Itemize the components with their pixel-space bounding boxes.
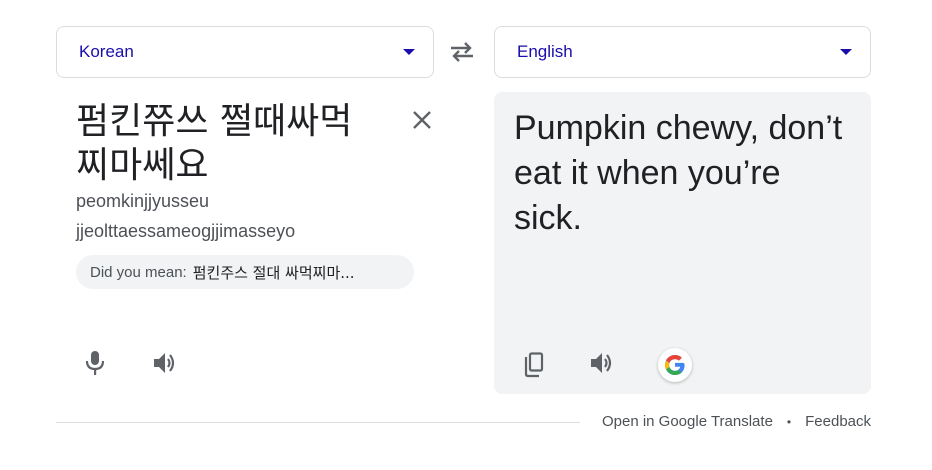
target-language-label: English bbox=[517, 42, 573, 61]
did-you-mean-suggestion[interactable]: Did you mean: 펌킨주스 절대 싸먹찌마... bbox=[76, 255, 414, 289]
voice-input-button[interactable] bbox=[75, 343, 115, 383]
open-in-google-translate-link[interactable]: Open in Google Translate bbox=[602, 413, 773, 430]
clear-source-button[interactable] bbox=[406, 104, 438, 136]
romanization-line: jjeolttaessameogjjimasseyo bbox=[76, 221, 296, 241]
copy-translation-button[interactable] bbox=[513, 345, 553, 385]
target-language-select[interactable]: English bbox=[494, 26, 871, 78]
source-language-select[interactable]: Korean bbox=[56, 26, 434, 78]
google-button-circle bbox=[658, 348, 692, 382]
chevron-down-icon bbox=[403, 49, 415, 55]
microphone-icon bbox=[85, 351, 105, 375]
source-language-label: Korean bbox=[79, 42, 134, 61]
footer-links: Open in Google Translate • Feedback bbox=[602, 413, 871, 430]
speaker-icon bbox=[591, 353, 612, 373]
footer-separator: • bbox=[786, 414, 792, 429]
footer-divider bbox=[56, 422, 580, 423]
close-icon bbox=[413, 111, 431, 129]
translation-text: Pumpkin chewy, don’t eat it when you’re … bbox=[514, 109, 843, 237]
feedback-link[interactable]: Feedback bbox=[805, 413, 871, 430]
google-g-icon bbox=[665, 355, 685, 375]
listen-translation-button[interactable] bbox=[582, 343, 622, 383]
swap-languages-button[interactable] bbox=[446, 36, 478, 68]
swap-icon bbox=[451, 42, 473, 62]
chevron-down-icon bbox=[840, 49, 852, 55]
speaker-icon bbox=[154, 353, 175, 373]
source-text-input[interactable]: 펌킨쮸쓰 쩔때싸먹 찌마쎄요 bbox=[76, 100, 396, 188]
copy-icon bbox=[524, 352, 544, 378]
did-you-mean-prefix: Did you mean: bbox=[90, 263, 187, 281]
listen-source-button[interactable] bbox=[145, 343, 185, 383]
google-translate-button[interactable] bbox=[654, 344, 696, 386]
romanization-line: peomkinjjyusseu bbox=[76, 191, 210, 211]
did-you-mean-value: 펌킨주스 절대 싸먹찌마... bbox=[192, 263, 355, 282]
romanization: peomkinjjyusseu jjeolttaessameogjjimasse… bbox=[76, 186, 295, 246]
